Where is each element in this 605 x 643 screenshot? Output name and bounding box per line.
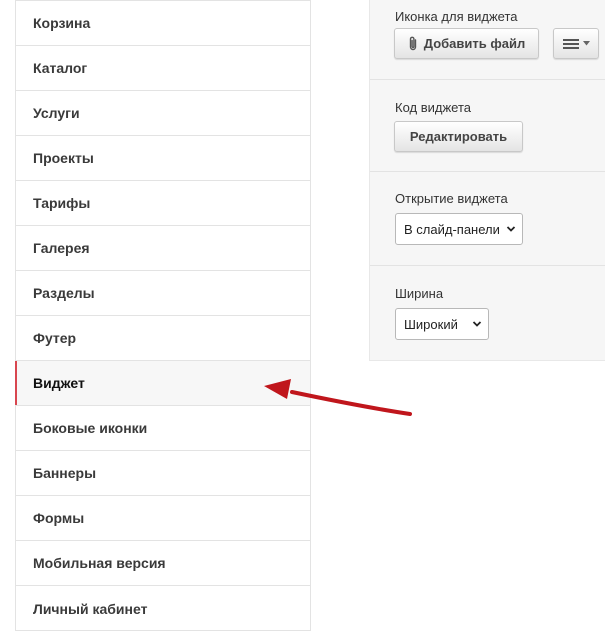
sidebar-item-tariffs[interactable]: Тарифы bbox=[16, 181, 310, 226]
widget-icon-section: Иконка для виджета Добавить файл bbox=[370, 0, 605, 80]
sidebar-item-mobile-version[interactable]: Мобильная версия bbox=[16, 541, 310, 586]
sidebar-item-projects[interactable]: Проекты bbox=[16, 136, 310, 181]
sidebar-item-label: Разделы bbox=[33, 285, 95, 301]
sidebar-item-widget[interactable]: Виджет bbox=[15, 361, 310, 406]
sidebar-item-sections[interactable]: Разделы bbox=[16, 271, 310, 316]
widget-settings-panel: Иконка для виджета Добавить файл Код вид… bbox=[369, 0, 605, 361]
sidebar-item-label: Баннеры bbox=[33, 465, 97, 481]
paperclip-icon bbox=[408, 36, 418, 51]
edit-code-label: Редактировать bbox=[409, 129, 508, 144]
open-mode-value: В слайд-панели bbox=[404, 221, 500, 237]
sidebar-item-label: Виджет bbox=[33, 375, 85, 391]
sidebar-item-services[interactable]: Услуги bbox=[16, 91, 310, 136]
widget-icon-label: Иконка для виджета bbox=[395, 9, 518, 24]
add-file-label: Добавить файл bbox=[423, 36, 526, 51]
width-value: Широкий bbox=[404, 316, 458, 332]
edit-code-button[interactable]: Редактировать bbox=[394, 121, 523, 152]
open-mode-select[interactable]: В слайд-панели bbox=[395, 213, 523, 245]
sidebar-item-label: Услуги bbox=[33, 105, 80, 121]
add-file-button[interactable]: Добавить файл bbox=[394, 28, 539, 59]
widget-open-label: Открытие виджета bbox=[395, 191, 508, 206]
sidebar-item-personal-account[interactable]: Личный кабинет bbox=[16, 586, 310, 631]
sidebar-item-banners[interactable]: Баннеры bbox=[16, 451, 310, 496]
sidebar-item-label: Формы bbox=[33, 510, 85, 526]
sidebar-item-label: Футер bbox=[33, 330, 77, 346]
widget-code-label: Код виджета bbox=[395, 100, 472, 115]
sidebar-item-side-icons[interactable]: Боковые иконки bbox=[16, 406, 310, 451]
widget-code-section: Код виджета Редактировать bbox=[370, 80, 605, 172]
more-options-button[interactable] bbox=[553, 28, 599, 59]
sidebar-item-forms[interactable]: Формы bbox=[16, 496, 310, 541]
chevron-down-icon bbox=[506, 223, 516, 238]
chevron-down-icon bbox=[582, 41, 590, 46]
sidebar-item-label: Боковые иконки bbox=[33, 420, 148, 436]
sidebar-item-label: Галерея bbox=[33, 240, 90, 256]
widget-width-label: Ширина bbox=[395, 286, 444, 301]
widget-width-section: Ширина Широкий bbox=[370, 266, 605, 361]
sidebar-item-footer[interactable]: Футер bbox=[16, 316, 310, 361]
sidebar-item-label: Мобильная версия bbox=[33, 555, 166, 571]
sidebar-item-gallery[interactable]: Галерея bbox=[16, 226, 310, 271]
widget-open-section: Открытие виджета В слайд-панели bbox=[370, 172, 605, 266]
chevron-down-icon bbox=[472, 318, 482, 333]
sidebar-item-label: Тарифы bbox=[33, 195, 91, 211]
sidebar-item-cart[interactable]: Корзина bbox=[16, 0, 310, 46]
sidebar-item-catalog[interactable]: Каталог bbox=[16, 46, 310, 91]
settings-sidebar: Корзина Каталог Услуги Проекты Тарифы Га… bbox=[15, 0, 311, 631]
width-select[interactable]: Широкий bbox=[395, 308, 489, 340]
sidebar-item-label: Корзина bbox=[33, 15, 91, 31]
hamburger-icon bbox=[562, 38, 579, 49]
sidebar-item-label: Каталог bbox=[33, 60, 88, 76]
sidebar-item-label: Личный кабинет bbox=[33, 600, 148, 617]
sidebar-item-label: Проекты bbox=[33, 150, 94, 166]
